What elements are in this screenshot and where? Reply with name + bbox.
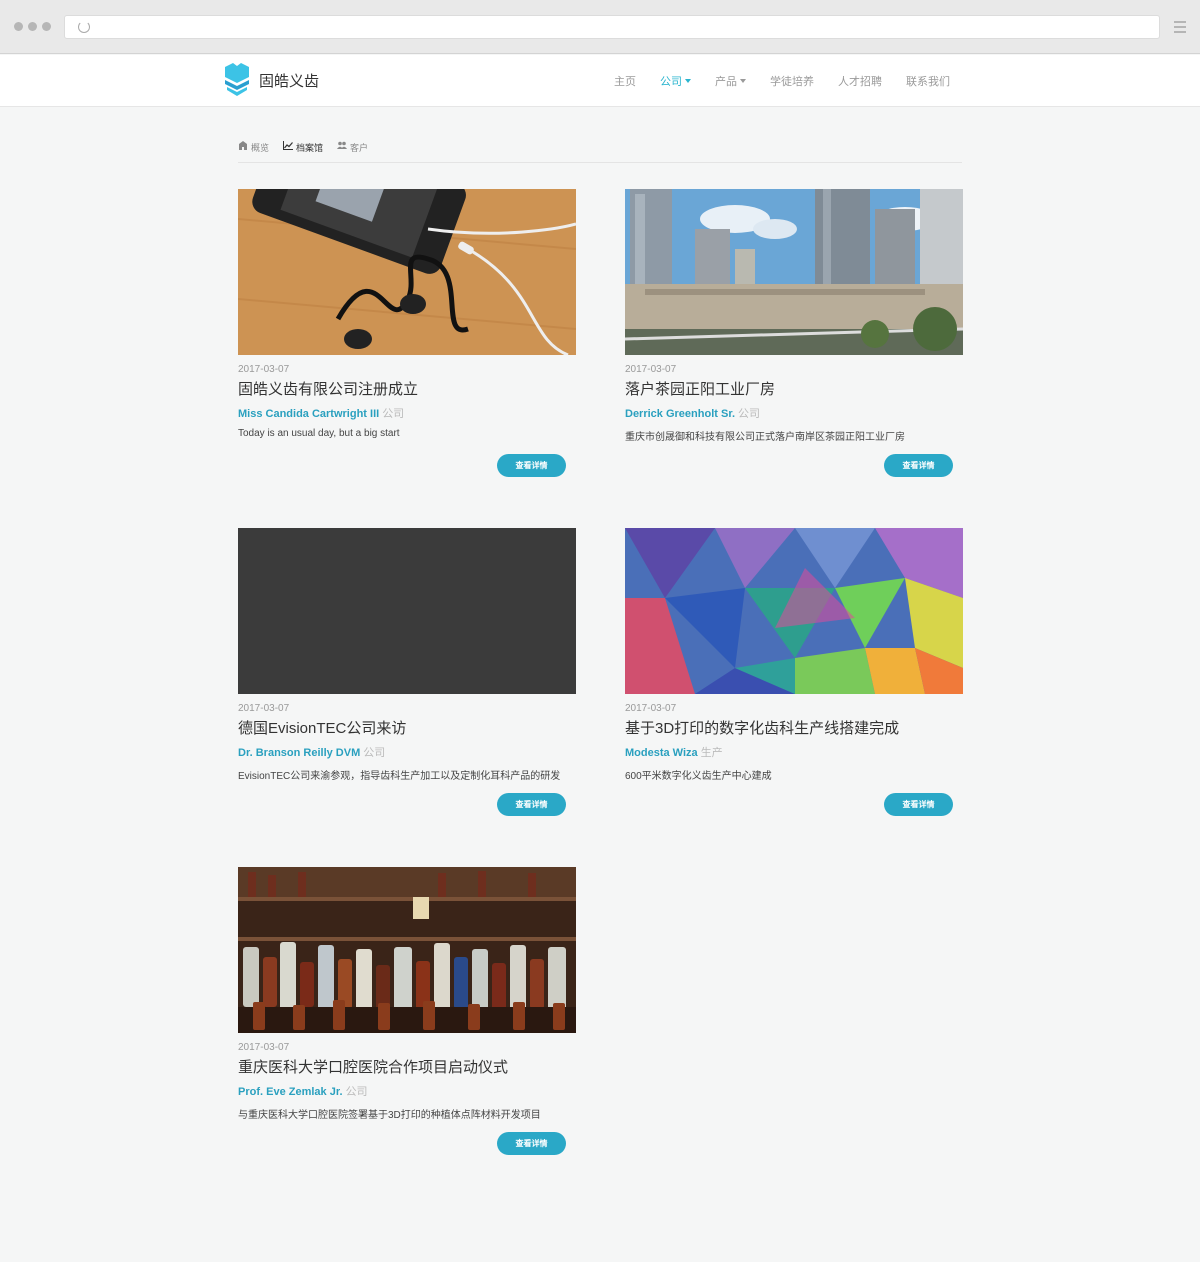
post-title[interactable]: 基于3D打印的数字化齿科生产线搭建完成 (625, 719, 963, 739)
brand-logo[interactable]: 固皓义齿 (223, 63, 319, 97)
post-description: 600平米数字化义齿生产中心建成 (625, 771, 772, 782)
view-details-button[interactable]: 查看详情 (497, 1132, 566, 1155)
post-description: 重庆市创晟御和科技有限公司正式落户南岸区茶园正阳工业厂房 (625, 432, 905, 443)
post-description: EvisionTEC公司来渝参观，指导齿科生产加工以及定制化耳科产品的研发 (238, 771, 561, 782)
site-header: 固皓义齿 主页 公司 产品 学徒培养 人才招聘 联系我们 (0, 55, 1200, 107)
subnav-label: 档案馆 (296, 143, 324, 153)
post-meta: Dr. Branson Reilly DVM 公司 (238, 744, 576, 760)
post-description: Today is an usual day, but a big start (238, 428, 400, 439)
main-nav: 主页 公司 产品 学徒培养 人才招聘 联系我们 (614, 73, 950, 89)
nav-item-home[interactable]: 主页 (614, 73, 636, 89)
phone-earphones-photo[interactable] (238, 189, 576, 355)
subnav-overview[interactable]: 概览 (238, 141, 269, 162)
window-dot[interactable] (28, 22, 37, 31)
nav-item-careers[interactable]: 人才招聘 (838, 73, 882, 89)
bottles-shelf-photo[interactable] (238, 867, 576, 1033)
post-card: 2017-03-07 落户茶园正阳工业厂房 Derrick Greenholt … (625, 189, 963, 489)
post-date: 2017-03-07 (238, 1042, 290, 1053)
post-date: 2017-03-07 (625, 703, 677, 714)
post-title[interactable]: 重庆医科大学口腔医院合作项目启动仪式 (238, 1058, 576, 1078)
post-title[interactable]: 德国EvisionTEC公司来访 (238, 719, 576, 739)
post-title[interactable]: 落户茶园正阳工业厂房 (625, 380, 963, 400)
nav-label: 联系我们 (906, 76, 950, 88)
view-details-button[interactable]: 查看详情 (497, 793, 566, 816)
post-author[interactable]: Modesta Wiza (625, 747, 698, 759)
dark-placeholder[interactable] (238, 528, 576, 694)
view-details-button[interactable]: 查看详情 (497, 454, 566, 477)
nav-label: 学徒培养 (770, 76, 814, 88)
post-category[interactable]: 生产 (701, 747, 723, 759)
post-author[interactable]: Dr. Branson Reilly DVM (238, 747, 360, 759)
users-icon (337, 141, 348, 149)
chevron-down-icon (685, 79, 691, 83)
post-meta: Prof. Eve Zemlak Jr. 公司 (238, 1083, 576, 1099)
browser-chrome (0, 0, 1200, 54)
post-category[interactable]: 公司 (738, 408, 760, 420)
browser-menu-icon[interactable] (1174, 21, 1186, 33)
subnav-clients[interactable]: 客户 (337, 141, 368, 162)
post-card: 2017-03-07 重庆医科大学口腔医院合作项目启动仪式 Prof. Eve … (238, 867, 576, 1167)
nav-label: 产品 (715, 76, 737, 88)
city-skyline-photo[interactable] (625, 189, 963, 355)
post-title[interactable]: 固皓义齿有限公司注册成立 (238, 380, 576, 400)
nav-label: 人才招聘 (838, 76, 882, 88)
post-meta: Modesta Wiza 生产 (625, 744, 963, 760)
subnav-label: 客户 (350, 143, 369, 153)
post-category[interactable]: 公司 (346, 1086, 368, 1098)
nav-item-products[interactable]: 产品 (715, 73, 746, 89)
post-meta: Miss Candida Cartwright III 公司 (238, 405, 576, 421)
post-date: 2017-03-07 (238, 703, 290, 714)
post-date: 2017-03-07 (238, 364, 290, 375)
logo-icon (225, 63, 249, 96)
post-author[interactable]: Prof. Eve Zemlak Jr. (238, 1086, 343, 1098)
subnav-label: 概览 (251, 143, 270, 153)
nav-item-apprentice[interactable]: 学徒培养 (770, 73, 814, 89)
nav-label: 公司 (660, 76, 682, 88)
home-icon (239, 141, 247, 150)
post-meta: Derrick Greenholt Sr. 公司 (625, 405, 963, 421)
post-description: 与重庆医科大学口腔医院签署基于3D打印的种植体点阵材料开发项目 (238, 1110, 541, 1121)
post-date: 2017-03-07 (625, 364, 677, 375)
nav-label: 主页 (614, 76, 636, 88)
chevron-down-icon (740, 79, 746, 83)
colorful-polygon-art[interactable] (625, 528, 963, 694)
window-controls (14, 22, 51, 31)
post-category[interactable]: 公司 (382, 408, 404, 420)
view-details-button[interactable]: 查看详情 (884, 454, 953, 477)
window-dot[interactable] (14, 22, 23, 31)
post-card: 2017-03-07 基于3D打印的数字化齿科生产线搭建完成 Modesta W… (625, 528, 963, 828)
view-details-button[interactable]: 查看详情 (884, 793, 953, 816)
window-dot[interactable] (42, 22, 51, 31)
post-card: 2017-03-07 固皓义齿有限公司注册成立 Miss Candida Car… (238, 189, 576, 489)
brand-name: 固皓义齿 (259, 72, 320, 90)
nav-item-contact[interactable]: 联系我们 (906, 73, 950, 89)
reload-icon[interactable] (78, 21, 90, 33)
post-category[interactable]: 公司 (363, 747, 385, 759)
post-card: 2017-03-07 德国EvisionTEC公司来访 Dr. Branson … (238, 528, 576, 828)
chart-icon (283, 141, 294, 150)
post-author[interactable]: Derrick Greenholt Sr. (625, 408, 735, 420)
address-bar[interactable] (64, 15, 1160, 39)
sub-navigation: 概览 档案馆 客户 (238, 141, 962, 163)
nav-item-company[interactable]: 公司 (660, 73, 691, 89)
subnav-archive[interactable]: 档案馆 (283, 141, 323, 162)
post-author[interactable]: Miss Candida Cartwright III (238, 408, 379, 420)
